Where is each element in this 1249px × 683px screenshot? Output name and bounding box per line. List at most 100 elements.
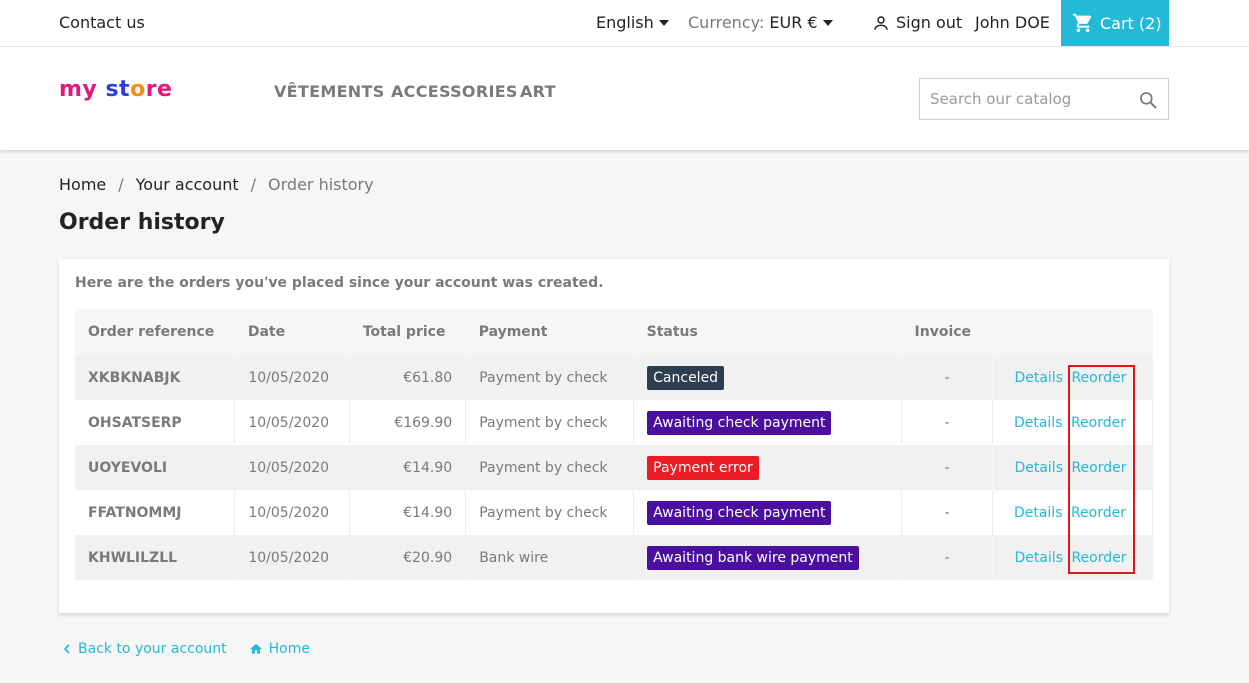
table-row: FFATNOMMJ 10/05/2020 €14.90 Payment by c… — [75, 490, 1153, 535]
table-row: UOYEVOLI 10/05/2020 €14.90 Payment by ch… — [75, 445, 1153, 490]
reorder-link[interactable]: Reorder — [1071, 370, 1126, 386]
store-logo[interactable]: my store — [59, 77, 172, 102]
details-link[interactable]: Details — [1014, 415, 1063, 431]
column-header-date: Date — [247, 324, 286, 340]
chevron-left-icon — [63, 644, 70, 654]
details-link[interactable]: Details — [1014, 460, 1063, 476]
menu-item-vetements[interactable]: VÊTEMENTS — [274, 82, 385, 101]
account-link[interactable]: John DOE — [975, 13, 1050, 32]
status-badge: Canceled — [647, 365, 725, 390]
order-reference: FFATNOMMJ — [75, 490, 236, 535]
breadcrumb-current: Order history — [268, 175, 374, 194]
order-invoice: - — [901, 535, 993, 580]
menu-item-accessories[interactable]: ACCESSORIES — [391, 82, 518, 101]
order-status-cell: Payment error — [633, 445, 903, 490]
status-badge: Awaiting check payment — [647, 410, 832, 435]
order-actions: Details Reorder — [992, 400, 1153, 445]
column-header-status: Status — [646, 324, 698, 340]
currency-value: EUR € — [769, 13, 818, 32]
search-box — [919, 78, 1169, 120]
order-date: 10/05/2020 — [234, 400, 351, 445]
status-badge: Payment error — [647, 455, 759, 480]
order-reference: UOYEVOLI — [75, 445, 236, 490]
table-row: KHWLILZLL 10/05/2020 €20.90 Bank wire Aw… — [75, 535, 1153, 580]
order-reference: OHSATSERP — [75, 400, 236, 445]
logo-part: my — [59, 77, 98, 102]
contact-us-link[interactable]: Contact us — [59, 13, 145, 32]
reorder-link[interactable]: Reorder — [1071, 505, 1126, 521]
currency-label: Currency: — [688, 13, 765, 32]
breadcrumb-home[interactable]: Home — [59, 175, 106, 194]
order-invoice: - — [901, 490, 993, 535]
breadcrumb: Home / Your account / Order history — [59, 175, 374, 194]
order-total: €169.90 — [349, 400, 467, 445]
order-status-cell: Awaiting check payment — [633, 400, 903, 445]
details-link[interactable]: Details — [1014, 370, 1063, 386]
currency-selector[interactable]: Currency: EUR € — [688, 13, 833, 32]
column-header-payment: Payment — [478, 324, 548, 340]
order-total: €14.90 — [349, 490, 467, 535]
order-actions: Details Reorder — [993, 355, 1153, 400]
logo-part: re — [145, 77, 173, 102]
orders-card: Here are the orders you've placed since … — [59, 259, 1169, 613]
reorder-link[interactable]: Reorder — [1071, 415, 1126, 431]
order-invoice: - — [901, 400, 993, 445]
order-date: 10/05/2020 — [234, 535, 351, 580]
search-input[interactable] — [920, 79, 1120, 119]
order-status-cell: Awaiting bank wire payment — [633, 535, 903, 580]
home-link[interactable]: Home — [249, 641, 310, 657]
top-nav: Contact us English Currency: EUR € Sign … — [0, 0, 1249, 47]
table-header-row: Order reference Date Total price Payment… — [75, 309, 1153, 355]
reorder-link[interactable]: Reorder — [1071, 460, 1126, 476]
details-link[interactable]: Details — [1014, 550, 1063, 566]
language-label: English — [596, 13, 654, 32]
breadcrumb-separator: / — [118, 175, 124, 194]
user-icon — [874, 15, 888, 30]
order-date: 10/05/2020 — [234, 445, 351, 490]
home-icon — [249, 643, 262, 654]
order-actions: Details Reorder — [992, 490, 1153, 535]
breadcrumb-separator: / — [250, 175, 257, 194]
order-total: €61.80 — [349, 355, 467, 400]
details-link[interactable]: Details — [1014, 505, 1063, 521]
account-footer-links: Back to your account Home — [62, 641, 310, 657]
order-invoice: - — [901, 445, 993, 490]
sign-out-label: Sign out — [896, 13, 963, 32]
home-label: Home — [268, 641, 310, 657]
logo-part: st — [105, 77, 131, 102]
order-payment: Payment by check — [465, 400, 635, 445]
order-reference: KHWLILZLL — [75, 535, 236, 580]
order-total: €14.90 — [349, 445, 467, 490]
cart-label: Cart (2) — [1100, 13, 1162, 33]
language-selector[interactable]: English — [596, 13, 669, 32]
status-badge: Awaiting bank wire payment — [647, 545, 859, 570]
table-row: OHSATSERP 10/05/2020 €169.90 Payment by … — [75, 400, 1153, 445]
order-payment: Payment by check — [465, 445, 635, 490]
orders-intro: Here are the orders you've placed since … — [75, 275, 604, 291]
column-header-order-reference: Order reference — [88, 324, 215, 340]
order-status-cell: Awaiting check payment — [633, 490, 903, 535]
shopping-cart-icon — [1072, 13, 1092, 33]
order-payment: Payment by check — [465, 490, 635, 535]
order-invoice: - — [901, 355, 993, 400]
column-header-actions — [993, 309, 1153, 355]
status-badge: Awaiting check payment — [647, 500, 832, 525]
search-icon[interactable] — [1138, 90, 1158, 110]
breadcrumb-your-account[interactable]: Your account — [136, 175, 239, 194]
order-actions: Details Reorder — [993, 535, 1153, 580]
order-payment: Payment by check — [465, 355, 635, 400]
sign-out-link[interactable]: Sign out — [872, 13, 962, 32]
page-title: Order history — [59, 210, 225, 235]
order-payment: Bank wire — [465, 535, 635, 580]
column-header-invoice: Invoice — [914, 324, 972, 340]
reorder-link[interactable]: Reorder — [1071, 550, 1126, 566]
back-to-account-link[interactable]: Back to your account — [62, 641, 227, 657]
logo-part: o — [130, 77, 146, 102]
order-reference: XKBKNABJK — [75, 355, 236, 400]
order-status-cell: Canceled — [633, 355, 903, 400]
column-header-total-price: Total price — [362, 324, 446, 340]
menu-item-art[interactable]: ART — [520, 82, 556, 101]
back-to-account-label: Back to your account — [78, 641, 227, 657]
caret-down-icon — [822, 19, 833, 26]
cart-button[interactable]: Cart (2) — [1061, 0, 1169, 46]
